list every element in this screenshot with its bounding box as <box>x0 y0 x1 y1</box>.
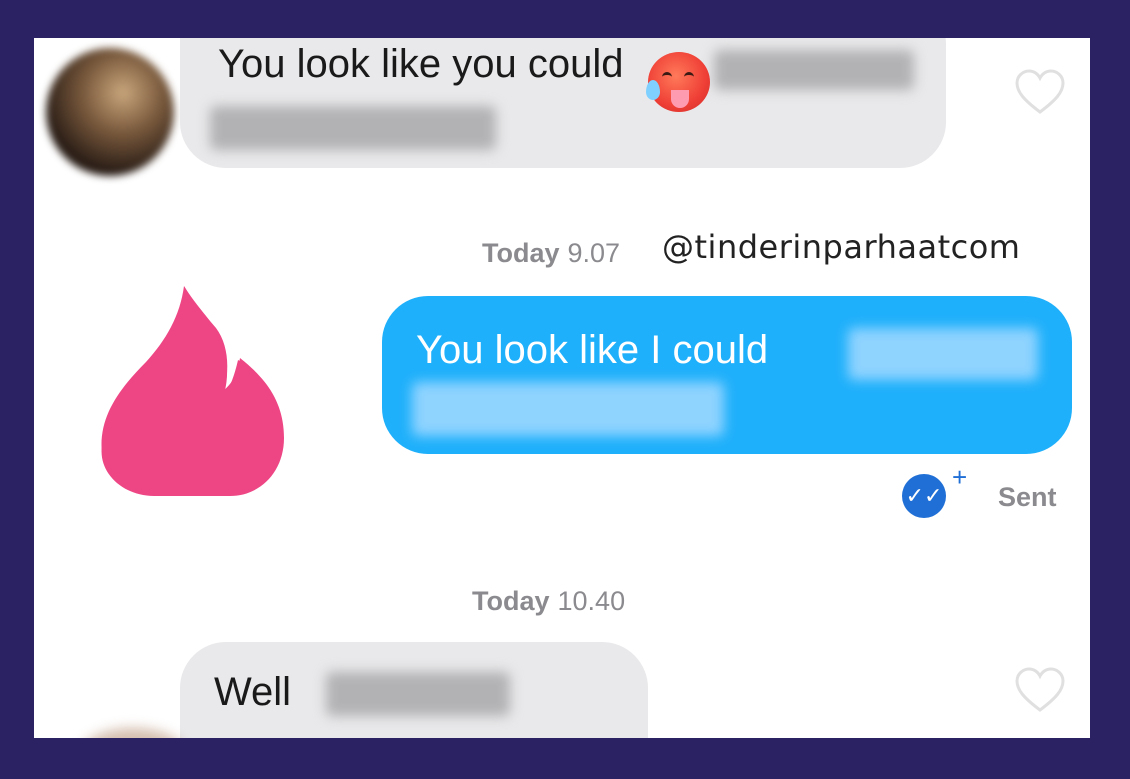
sent-label: Sent <box>998 482 1057 512</box>
plus-icon: + <box>952 462 968 492</box>
redacted-text <box>412 382 724 436</box>
heart-icon[interactable] <box>1014 666 1066 714</box>
redacted-text <box>210 106 496 150</box>
redacted-text <box>848 328 1038 380</box>
message-text: You look like I could <box>416 328 769 372</box>
redacted-text <box>714 50 914 90</box>
message-text: Well <box>214 670 292 714</box>
outgoing-message-bubble[interactable]: You look like I could <box>382 296 1072 454</box>
incoming-message-bubble[interactable]: Well <box>180 642 648 738</box>
timestamp-2: Today 10.40 <box>472 586 626 616</box>
match-avatar[interactable] <box>46 48 174 176</box>
match-avatar[interactable] <box>78 728 188 738</box>
watermark-handle: @tinderinparhaatcom <box>662 228 1021 266</box>
incoming-message-bubble[interactable]: You look like you could <box>180 38 946 168</box>
double-check-icon: ✓✓ <box>902 474 946 518</box>
hot-face-emoji <box>646 52 710 112</box>
timestamp-1: Today 9.07 <box>482 238 621 268</box>
redacted-text <box>326 672 510 716</box>
heart-icon[interactable] <box>1014 68 1066 116</box>
tinder-flame-logo <box>100 286 288 496</box>
chat-screenshot: You look like you could Today 9.07 @tinde… <box>34 38 1090 738</box>
message-text: You look like you could <box>218 42 624 86</box>
